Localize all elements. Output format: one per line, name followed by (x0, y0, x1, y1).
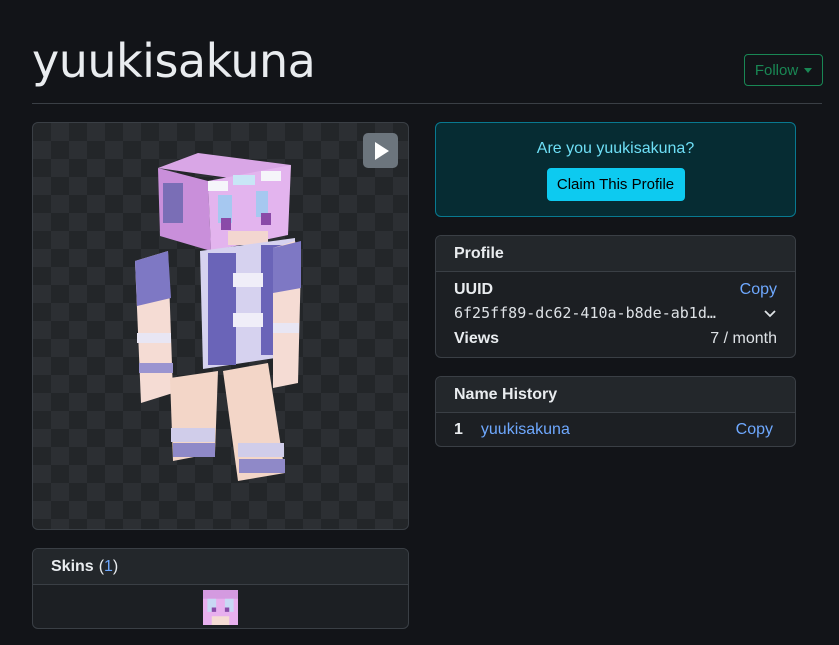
skins-header: Skins (1) (33, 549, 408, 585)
page-title: yuukisakuna (32, 34, 316, 88)
profile-card: Profile UUID Copy 6f25ff89-dc62-410a-b8d… (435, 235, 796, 358)
play-button[interactable] (363, 133, 398, 168)
skin-render (135, 153, 301, 481)
uuid-copy-link[interactable]: Copy (740, 281, 777, 299)
skins-count[interactable]: 1 (104, 558, 113, 576)
chevron-down-icon[interactable] (763, 306, 777, 320)
play-icon (375, 141, 389, 160)
caret-down-icon (804, 67, 813, 73)
views-value: 7 / month (710, 330, 777, 347)
skin-viewer[interactable] (32, 122, 409, 530)
name-history-card: Name History 1 yuukisakuna Copy (435, 376, 796, 447)
name-history-row: 1 yuukisakuna Copy (436, 413, 795, 446)
name-history-header: Name History (436, 377, 795, 413)
skins-card: Skins (1) (32, 548, 409, 629)
name-history-copy-link[interactable]: Copy (736, 421, 773, 439)
follow-button[interactable]: Follow (744, 54, 823, 86)
skin-thumbnail[interactable] (203, 590, 238, 625)
claim-profile-alert: Are you yuukisakuna? Claim This Profile (435, 122, 796, 217)
claim-profile-button[interactable]: Claim This Profile (546, 168, 685, 201)
follow-label: Follow (754, 61, 799, 79)
profile-header: Profile (436, 236, 795, 272)
name-history-name-link[interactable]: yuukisakuna (481, 421, 570, 439)
skins-list (33, 585, 408, 628)
uuid-label: UUID (454, 281, 494, 298)
name-history-index: 1 (454, 421, 463, 438)
header-divider (32, 103, 822, 104)
skins-title: Skins (51, 557, 94, 575)
claim-question: Are you yuukisakuna? (536, 140, 695, 157)
uuid-value: 6f25ff89-dc62-410a-b8de-ab1d… (454, 304, 716, 322)
views-label: Views (454, 330, 500, 347)
